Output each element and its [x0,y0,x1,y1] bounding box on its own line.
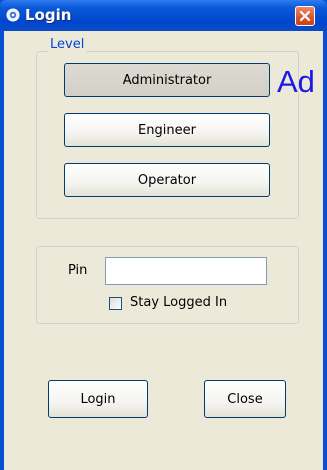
administrator-button[interactable]: Administrator [64,63,270,97]
login-button[interactable]: Login [48,380,148,418]
window-title: Login [25,6,72,24]
pin-input[interactable] [105,257,267,285]
stay-logged-in-checkbox[interactable] [109,297,122,310]
close-icon [299,10,311,22]
close-window-button[interactable] [295,6,315,26]
level-legend: Level [48,37,87,52]
login-window: Login Level Administrator Engineer Opera… [0,0,327,470]
stay-logged-in-label[interactable]: Stay Logged In [130,295,227,310]
operator-button[interactable]: Operator [64,163,270,197]
close-button[interactable]: Close [204,380,286,418]
engineer-button[interactable]: Engineer [64,113,270,147]
gear-icon [6,8,20,22]
pin-label: Pin [68,263,88,278]
overlay-label: Ad [277,64,315,99]
title-bar[interactable]: Login [0,0,327,31]
